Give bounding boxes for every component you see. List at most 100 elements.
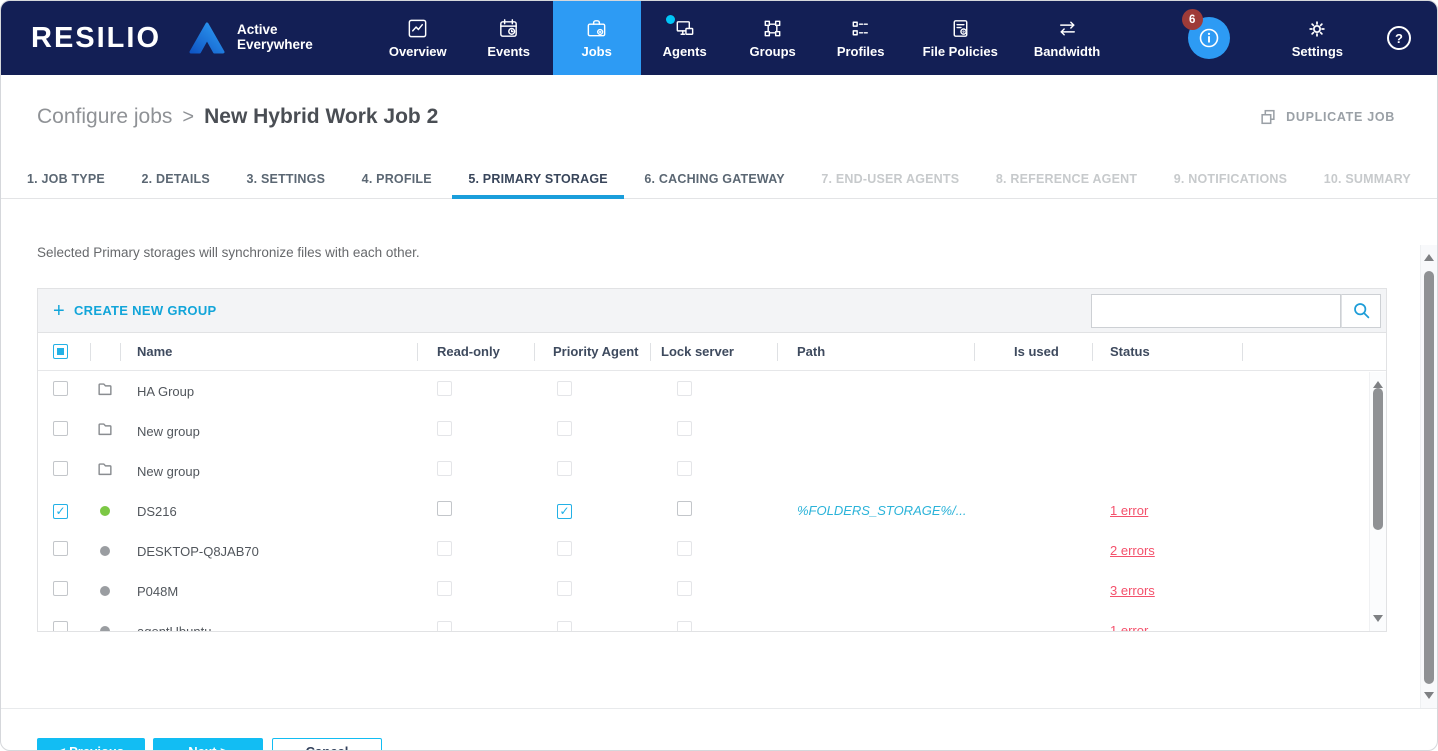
priority-agent-checkbox[interactable]: [557, 541, 572, 556]
settings-button[interactable]: Settings: [1292, 18, 1343, 59]
nav-item-profiles[interactable]: Profiles: [817, 1, 905, 75]
tab-10-summary: 10. SUMMARY: [1324, 159, 1411, 198]
column-header-priority-agent: Priority Agent: [534, 333, 650, 370]
read-only-checkbox[interactable]: [437, 421, 452, 436]
read-only-cell: [417, 381, 534, 401]
row-select-checkbox[interactable]: [53, 541, 68, 556]
nav-item-file-policies[interactable]: File Policies: [905, 1, 1016, 75]
lock-server-checkbox[interactable]: [677, 501, 692, 516]
lock-server-cell: [650, 501, 777, 521]
tab-2-details[interactable]: 2. DETAILS: [141, 159, 209, 198]
page-scrollbar[interactable]: [1420, 245, 1437, 708]
read-only-cell: [417, 581, 534, 601]
tab-4-profile[interactable]: 4. PROFILE: [362, 159, 432, 198]
cancel-button[interactable]: Cancel: [272, 738, 382, 751]
read-only-checkbox[interactable]: [437, 381, 452, 396]
row-select-checkbox[interactable]: [53, 461, 68, 476]
status-error-link[interactable]: 1 error: [1110, 503, 1148, 518]
next-button[interactable]: Next >: [153, 738, 263, 751]
tab-1-job-type[interactable]: 1. JOB TYPE: [27, 159, 105, 198]
row-select-checkbox[interactable]: [53, 581, 68, 596]
breadcrumb-section[interactable]: Configure jobs: [37, 105, 172, 129]
scroll-up-arrow-icon[interactable]: [1373, 381, 1383, 388]
topbar-right: 6 Settings ?: [1188, 1, 1437, 75]
status-error-link[interactable]: 3 errors: [1110, 583, 1155, 598]
column-header-path: Path: [777, 333, 974, 370]
priority-agent-cell: [534, 381, 650, 401]
devices-icon: [673, 17, 696, 40]
select-all-checkbox[interactable]: [53, 344, 68, 359]
read-only-checkbox[interactable]: [437, 541, 452, 556]
status-error-link[interactable]: 1 error: [1110, 623, 1148, 631]
table-header-row: Name Read-only Priority Agent Lock serve…: [38, 333, 1386, 371]
agent-name: DESKTOP-Q8JAB70: [120, 544, 417, 559]
row-select-cell: [38, 381, 90, 401]
nav-item-events[interactable]: Events: [465, 1, 553, 75]
lock-server-checkbox[interactable]: [677, 381, 692, 396]
priority-agent-checkbox[interactable]: [557, 421, 572, 436]
search-input[interactable]: [1091, 294, 1341, 328]
read-only-checkbox[interactable]: [437, 621, 452, 631]
notifications-info-button[interactable]: 6: [1188, 17, 1230, 59]
read-only-cell: [417, 541, 534, 561]
previous-button[interactable]: < Previous: [37, 738, 145, 751]
wizard-step-tabs: 1. JOB TYPE 2. DETAILS 3. SETTINGS 4. PROFI…: [1, 159, 1437, 199]
search-button[interactable]: [1341, 294, 1381, 328]
nav-item-groups[interactable]: Groups: [729, 1, 817, 75]
duplicate-job-button[interactable]: DUPLICATE JOB: [1259, 108, 1395, 126]
column-header-empty: [1242, 333, 1386, 370]
page-scroll-up-arrow-icon[interactable]: [1424, 254, 1434, 261]
priority-agent-checkbox[interactable]: [557, 621, 572, 631]
scroll-down-arrow-icon[interactable]: [1373, 615, 1383, 622]
read-only-checkbox[interactable]: [437, 501, 452, 516]
row-indicator-cell: [90, 506, 120, 516]
page-scrollbar-thumb[interactable]: [1424, 271, 1434, 684]
nav-item-bandwidth[interactable]: Bandwidth: [1016, 1, 1118, 75]
read-only-checkbox[interactable]: [437, 581, 452, 596]
priority-agent-checkbox[interactable]: [557, 461, 572, 476]
row-select-checkbox[interactable]: [53, 621, 68, 631]
create-new-group-button[interactable]: + CREATE NEW GROUP: [53, 301, 217, 321]
nav-item-agents[interactable]: Agents: [641, 1, 729, 75]
status-cell: 1 error: [1092, 502, 1242, 520]
lock-server-checkbox[interactable]: [677, 581, 692, 596]
tab-7-end-user-agents: 7. END-USER AGENTS: [821, 159, 959, 198]
row-select-checkbox[interactable]: [53, 504, 68, 519]
column-header-read-only: Read-only: [417, 333, 534, 370]
path-link[interactable]: %FOLDERS_STORAGE%/...: [797, 503, 967, 518]
status-error-link[interactable]: 2 errors: [1110, 543, 1155, 558]
table-row: DESKTOP-Q8JAB70 2 errors: [38, 531, 1386, 571]
row-select-cell: [38, 461, 90, 481]
priority-agent-checkbox[interactable]: [557, 504, 572, 519]
row-select-checkbox[interactable]: [53, 421, 68, 436]
priority-agent-checkbox[interactable]: [557, 381, 572, 396]
table-body: HA GroupNew groupNew groupDS216%FOLDERS_…: [38, 371, 1386, 631]
lock-server-checkbox[interactable]: [677, 421, 692, 436]
row-select-checkbox[interactable]: [53, 381, 68, 396]
lock-server-checkbox[interactable]: [677, 541, 692, 556]
table-scrollbar[interactable]: [1369, 372, 1386, 631]
create-new-group-label: CREATE NEW GROUP: [74, 303, 217, 318]
nav-item-jobs[interactable]: Jobs: [553, 1, 641, 75]
tab-5-primary-storage[interactable]: 5. PRIMARY STORAGE: [468, 159, 608, 198]
tab-3-settings[interactable]: 3. SETTINGS: [247, 159, 326, 198]
priority-agent-cell: [534, 461, 650, 481]
lock-server-cell: [650, 581, 777, 601]
table-scrollbar-thumb[interactable]: [1373, 388, 1383, 530]
priority-agent-checkbox[interactable]: [557, 581, 572, 596]
row-indicator-cell: [90, 546, 120, 556]
online-dot: [100, 506, 110, 516]
product-name: Active Everywhere: [237, 23, 313, 52]
plus-icon: +: [53, 301, 65, 321]
nav-item-overview[interactable]: Overview: [371, 1, 465, 75]
app-window: RESILIO Active Everywhere OverviewEvents…: [0, 0, 1438, 751]
row-select-cell: [38, 581, 90, 601]
priority-agent-cell: [534, 581, 650, 601]
page-scroll-down-arrow-icon[interactable]: [1424, 692, 1434, 699]
read-only-checkbox[interactable]: [437, 461, 452, 476]
lock-server-checkbox[interactable]: [677, 461, 692, 476]
help-button[interactable]: ?: [1387, 26, 1411, 50]
wizard-footer: < Previous Next > Cancel: [1, 709, 1437, 751]
tab-6-caching-gateway[interactable]: 6. CACHING GATEWAY: [644, 159, 784, 198]
lock-server-checkbox[interactable]: [677, 621, 692, 631]
